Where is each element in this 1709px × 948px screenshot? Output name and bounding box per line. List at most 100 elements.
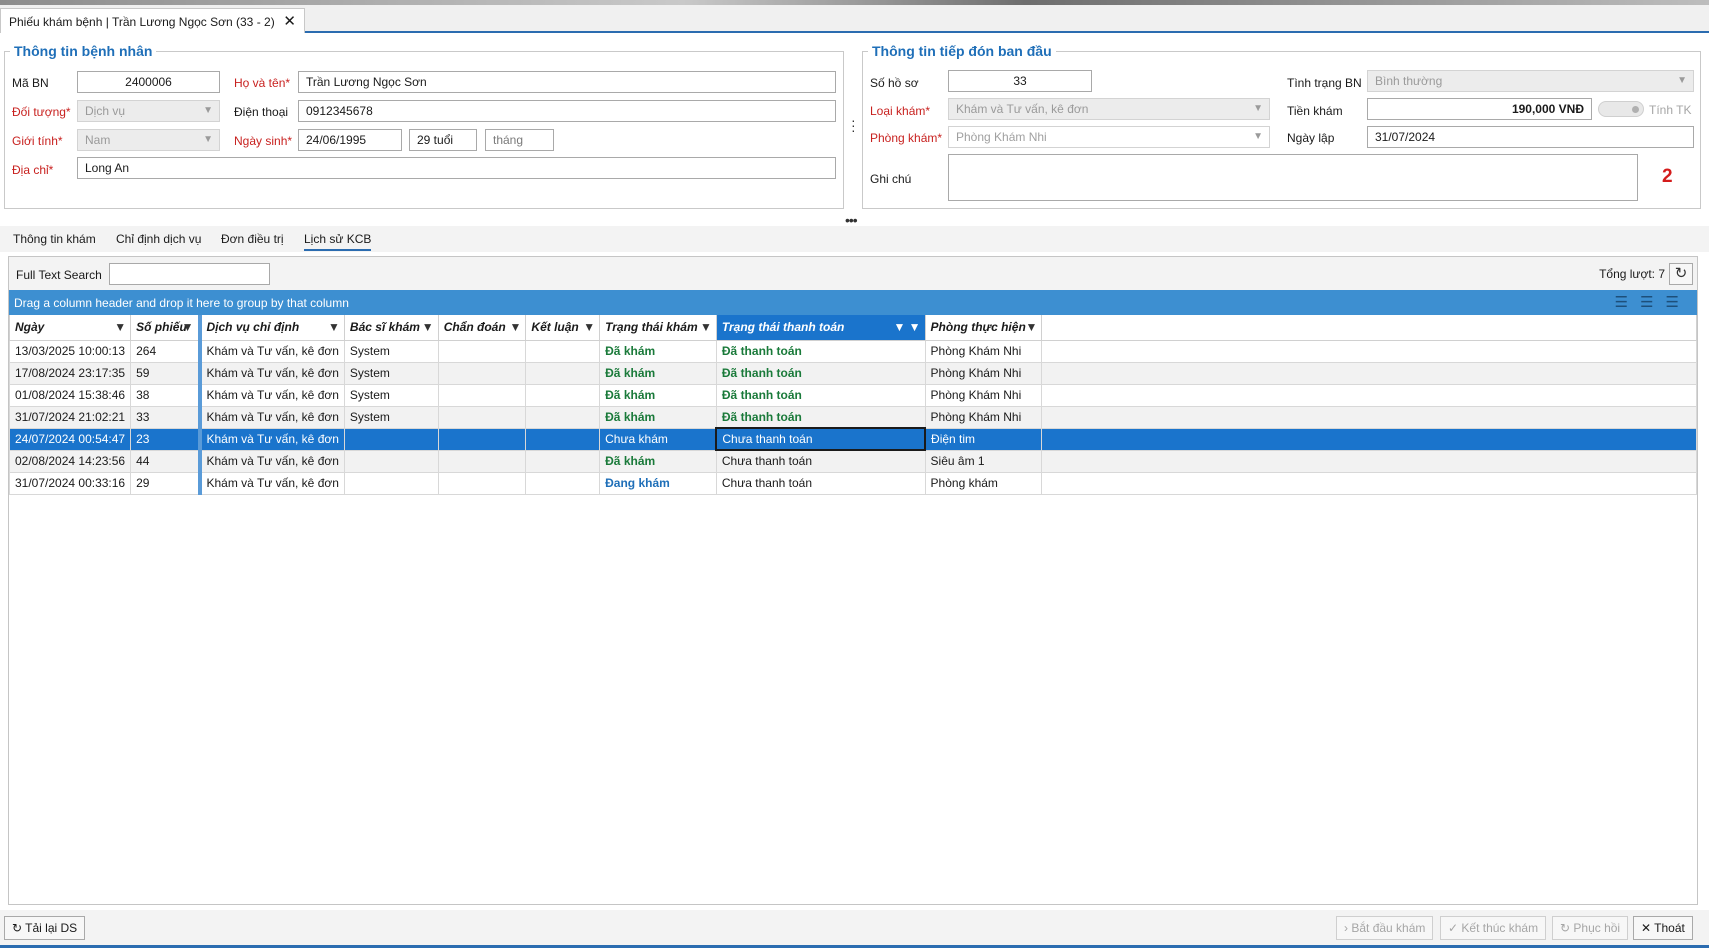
loai-kham-select[interactable]: Khám và Tư vấn, kê đơn ▼: [948, 98, 1270, 120]
close-icon[interactable]: ✕: [283, 12, 296, 30]
phong-kham-select[interactable]: Phòng Khám Nhi ▼: [948, 126, 1270, 148]
cell-dich-vu[interactable]: Khám và Tư vấn, kê đơn: [197, 471, 345, 495]
thang-field[interactable]: tháng: [485, 129, 554, 151]
cell-phong-thuc-hien[interactable]: Phòng khám: [924, 471, 1043, 495]
group-by-panel[interactable]: Drag a column header and drop it here to…: [9, 290, 1697, 315]
tien-kham-field[interactable]: 190,000 VNĐ: [1367, 98, 1592, 120]
cell-chan-doan[interactable]: [437, 383, 527, 407]
cell-chan-doan[interactable]: [437, 449, 527, 473]
cell-so-phieu[interactable]: 23: [130, 427, 200, 451]
cell-chan-doan[interactable]: [437, 405, 527, 429]
exit-button[interactable]: ✕ Thoát: [1633, 916, 1693, 940]
cell-trang-thai-kham[interactable]: Đang khám: [599, 471, 717, 495]
table-row[interactable]: 01/08/2024 15:38:46 38 Khám và Tư vấn, kê …: [8, 383, 1697, 407]
cell-dich-vu[interactable]: Khám và Tư vấn, kê đơn: [197, 361, 345, 385]
column-header-trang-thai-thanh-toan[interactable]: Trạng thái thanh toán ▼ ▼: [715, 315, 926, 341]
filter-icon[interactable]: ▼: [510, 320, 522, 334]
ngay-lap-field[interactable]: 31/07/2024: [1367, 126, 1694, 148]
cell-phong-thuc-hien[interactable]: Điện tim: [924, 427, 1043, 451]
cell-bac-si[interactable]: [343, 449, 439, 473]
cell-phong-thuc-hien[interactable]: Phòng Khám Nhi: [924, 361, 1043, 385]
cell-ngay[interactable]: 31/07/2024 00:33:16: [8, 471, 132, 495]
dien-thoai-field[interactable]: 0912345678: [298, 100, 836, 122]
ghi-chu-field[interactable]: [948, 154, 1638, 201]
tinh-tk-toggle[interactable]: [1598, 101, 1644, 117]
cell-ngay[interactable]: 01/08/2024 15:38:46: [8, 383, 132, 407]
cell-trang-thai-kham[interactable]: Đã khám: [599, 405, 717, 429]
table-row[interactable]: 24/07/2024 00:54:47 23 Khám và Tư vấn, kê …: [8, 427, 1697, 451]
filter-icon[interactable]: ▼: [328, 320, 340, 334]
tab-chi-dinh-dich-vu[interactable]: Chỉ định dịch vụ: [116, 232, 201, 246]
cell-ngay[interactable]: 17/08/2024 23:17:35: [8, 361, 132, 385]
document-tab[interactable]: Phiếu khám bệnh | Trần Lương Ngọc Sơn (3…: [0, 8, 305, 33]
cell-phong-thuc-hien[interactable]: Phòng Khám Nhi: [924, 405, 1043, 429]
cell-ngay[interactable]: 31/07/2024 21:02:21: [8, 405, 132, 429]
tab-don-dieu-tri[interactable]: Đơn điều trị: [221, 232, 284, 246]
tinh-trang-select[interactable]: Bình thường ▼: [1367, 70, 1694, 92]
cell-so-phieu[interactable]: 44: [130, 449, 200, 473]
ho-ten-field[interactable]: Trần Lương Ngọc Sơn: [298, 71, 836, 93]
cell-chan-doan[interactable]: [437, 427, 527, 451]
cell-trang-thai-kham[interactable]: Chưa khám: [599, 427, 717, 451]
table-row[interactable]: 17/08/2024 23:17:35 59 Khám và Tư vấn, kê …: [8, 361, 1697, 385]
cell-dich-vu[interactable]: Khám và Tư vấn, kê đơn: [197, 339, 345, 363]
column-header-dich-vu[interactable]: Dịch vụ chỉ định ▼: [197, 315, 345, 341]
sort-filter-icon[interactable]: ▼ ▼: [893, 320, 920, 334]
table-row[interactable]: 31/07/2024 00:33:16 29 Khám và Tư vấn, kê …: [8, 471, 1697, 495]
tab-thong-tin-kham[interactable]: Thông tin khám: [13, 232, 96, 246]
column-header-trang-thai-kham[interactable]: Trạng thái khám ▼: [599, 315, 717, 341]
cell-ket-luan[interactable]: [525, 471, 601, 495]
refresh-icon[interactable]: ↻: [1669, 263, 1693, 285]
filter-icon[interactable]: ▼: [583, 320, 595, 334]
cell-bac-si[interactable]: System: [343, 361, 439, 385]
ma-bn-field[interactable]: 2400006: [77, 71, 220, 93]
cell-ket-luan[interactable]: [525, 339, 601, 363]
cell-ngay[interactable]: 02/08/2024 14:23:56: [8, 449, 132, 473]
cell-bac-si[interactable]: System: [343, 405, 439, 429]
ngay-sinh-field[interactable]: 24/06/1995: [298, 129, 402, 151]
full-text-search-input[interactable]: [109, 263, 270, 285]
reload-list-button[interactable]: ↻ Tải lại DS: [4, 916, 86, 940]
cell-trang-thai-kham[interactable]: Đã khám: [599, 339, 717, 363]
cell-bac-si[interactable]: System: [343, 339, 439, 363]
table-row[interactable]: 31/07/2024 21:02:21 33 Khám và Tư vấn, kê …: [8, 405, 1697, 429]
dia-chi-field[interactable]: Long An: [77, 157, 836, 179]
cell-chan-doan[interactable]: [437, 339, 527, 363]
cell-dich-vu[interactable]: Khám và Tư vấn, kê đơn: [197, 427, 345, 451]
cell-dich-vu[interactable]: Khám và Tư vấn, kê đơn: [197, 405, 345, 429]
cell-so-phieu[interactable]: 264: [130, 339, 200, 363]
cell-phong-thuc-hien[interactable]: Phòng Khám Nhi: [924, 383, 1043, 407]
cell-trang-thai-thanh-toan[interactable]: Đã thanh toán: [715, 361, 926, 385]
cell-trang-thai-thanh-toan[interactable]: Đã thanh toán: [715, 405, 926, 429]
column-header-chan-doan[interactable]: Chẩn đoán ▼: [437, 315, 527, 341]
cell-trang-thai-kham[interactable]: Đã khám: [599, 383, 717, 407]
cell-trang-thai-thanh-toan[interactable]: Đã thanh toán: [715, 383, 926, 407]
filter-icon[interactable]: ▼: [422, 320, 434, 334]
cell-so-phieu[interactable]: 29: [130, 471, 200, 495]
filter-icon[interactable]: ▼: [700, 320, 712, 334]
filter-icon[interactable]: ▼: [114, 320, 126, 334]
cell-ket-luan[interactable]: [525, 361, 601, 385]
cell-ket-luan[interactable]: [525, 427, 601, 451]
cell-trang-thai-kham[interactable]: Đã khám: [599, 361, 717, 385]
cell-phong-thuc-hien[interactable]: Siêu âm 1: [924, 449, 1043, 473]
start-exam-button[interactable]: › Bắt đầu khám: [1336, 916, 1434, 940]
cell-ngay[interactable]: 13/03/2025 10:00:13: [8, 339, 132, 363]
cell-bac-si[interactable]: [343, 427, 439, 451]
cell-ngay[interactable]: 24/07/2024 00:54:47: [8, 427, 132, 451]
cell-bac-si[interactable]: System: [343, 383, 439, 407]
table-row[interactable]: 13/03/2025 10:00:13 264 Khám và Tư vấn, kê…: [8, 339, 1697, 363]
table-row[interactable]: 02/08/2024 14:23:56 44 Khám và Tư vấn, kê …: [8, 449, 1697, 473]
column-header-so-phieu[interactable]: Số phiếu ▼: [130, 315, 200, 341]
column-header-ket-luan[interactable]: Kết luận ▼: [525, 315, 601, 341]
gioi-tinh-select[interactable]: Nam ▼: [77, 129, 220, 151]
cell-chan-doan[interactable]: [437, 471, 527, 495]
restore-button[interactable]: ↻ Phục hồi: [1552, 916, 1629, 940]
cell-ket-luan[interactable]: [525, 405, 601, 429]
cell-trang-thai-thanh-toan[interactable]: Chưa thanh toán: [715, 449, 926, 473]
cell-ket-luan[interactable]: [525, 383, 601, 407]
column-header-phong-thuc-hien[interactable]: Phòng thực hiện ▼: [924, 315, 1043, 341]
cell-trang-thai-thanh-toan[interactable]: Chưa thanh toán: [715, 471, 926, 495]
cell-phong-thuc-hien[interactable]: Phòng Khám Nhi: [924, 339, 1043, 363]
tab-lich-su-kcb[interactable]: Lịch sử KCB: [304, 232, 372, 251]
